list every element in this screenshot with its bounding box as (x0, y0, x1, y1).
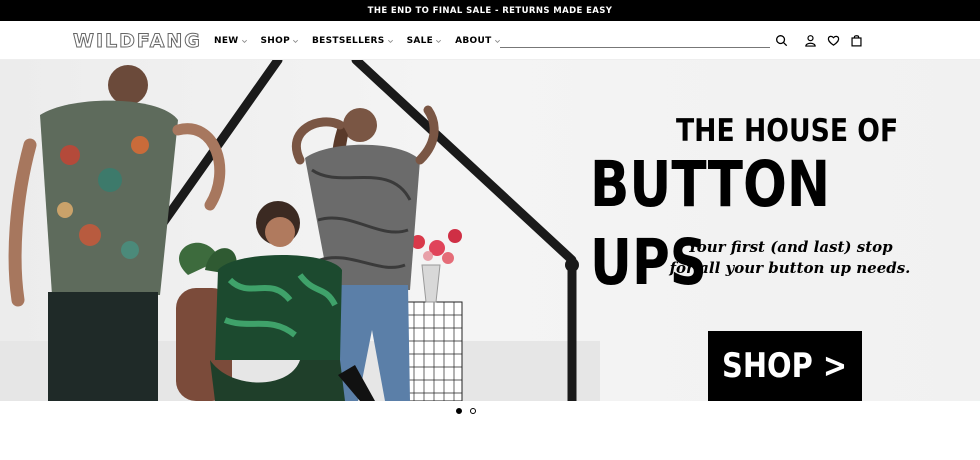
search-icon[interactable] (775, 34, 788, 47)
nav-item-label: BESTSELLERS (311, 36, 385, 46)
hero-headline-line1: THE HOUSE OF (676, 113, 899, 149)
hero-subline-2: for all your button up needs. (669, 259, 911, 277)
nav-item-label: ABOUT (455, 36, 492, 46)
hero-banner: THE HOUSE OF BUTTON UPS Your first (and … (0, 60, 980, 401)
nav-item-bestsellers[interactable]: BESTSELLERS (312, 34, 394, 48)
carousel-dot-2[interactable] (470, 408, 476, 414)
account-icon[interactable] (804, 34, 817, 47)
nav-item-label: SALE (406, 36, 434, 46)
shop-button[interactable]: SHOP > (708, 331, 862, 401)
search-input[interactable] (500, 47, 770, 48)
nav-item-label: SHOP (260, 36, 290, 46)
nav-item-about[interactable]: ABOUT (455, 34, 500, 48)
chevron-down-icon (436, 39, 442, 43)
wishlist-icon[interactable] (827, 34, 840, 47)
site-header: WILDFANG NEW SHOP BESTSELLERS SALE ABOUT (0, 21, 980, 60)
hero-photo (8, 60, 579, 401)
announcement-text: THE END TO FINAL SALE - RETURNS MADE EAS… (367, 5, 613, 16)
nav-item-label: NEW (214, 36, 239, 46)
chevron-down-icon (241, 39, 247, 43)
main-nav: NEW SHOP BESTSELLERS SALE ABOUT (214, 34, 501, 48)
carousel-dot-1[interactable] (456, 408, 462, 414)
nav-item-sale[interactable]: SALE (407, 34, 443, 48)
nav-item-new[interactable]: NEW (214, 34, 248, 48)
cart-icon[interactable] (850, 34, 863, 47)
nav-item-shop[interactable]: SHOP (261, 34, 299, 48)
hero-subline-1: Your first (and last) stop (687, 238, 893, 256)
announcement-bar: THE END TO FINAL SALE - RETURNS MADE EAS… (0, 0, 980, 21)
hero-subline: Your first (and last) stop for all your … (650, 237, 930, 279)
carousel-dots (456, 408, 476, 414)
shop-button-label: SHOP > (722, 346, 848, 386)
chevron-down-icon (387, 39, 393, 43)
header-icons (775, 34, 863, 47)
logo[interactable]: WILDFANG (73, 30, 202, 53)
chevron-down-icon (494, 39, 500, 43)
chevron-down-icon (292, 39, 298, 43)
